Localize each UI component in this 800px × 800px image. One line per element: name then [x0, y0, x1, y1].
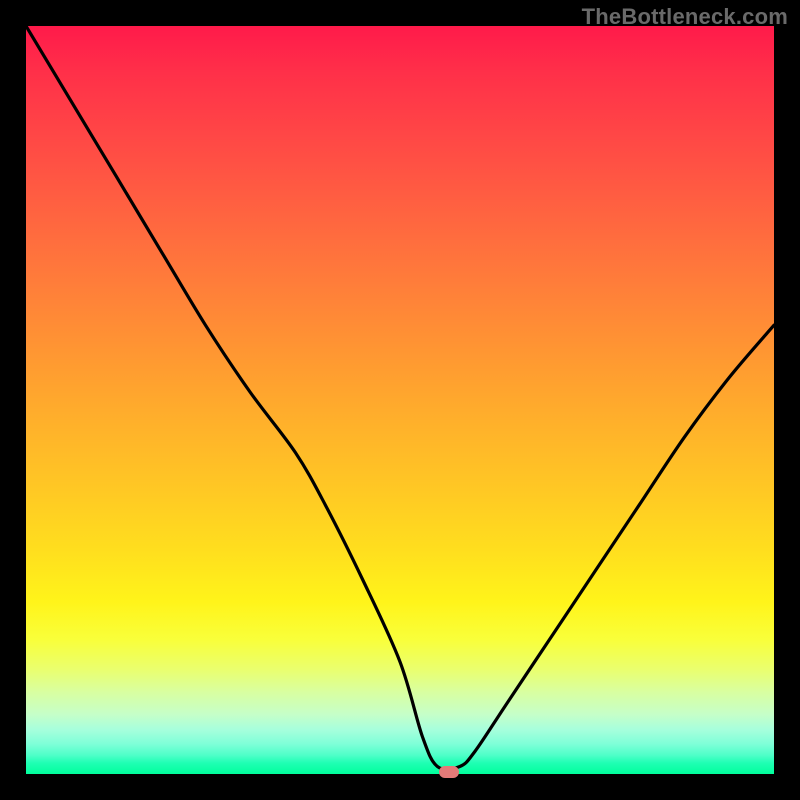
optimal-point-marker: [439, 766, 459, 778]
curve-path: [26, 26, 774, 769]
chart-frame: TheBottleneck.com: [0, 0, 800, 800]
watermark-label: TheBottleneck.com: [582, 4, 788, 30]
plot-area: [26, 26, 774, 774]
bottleneck-curve: [26, 26, 774, 774]
